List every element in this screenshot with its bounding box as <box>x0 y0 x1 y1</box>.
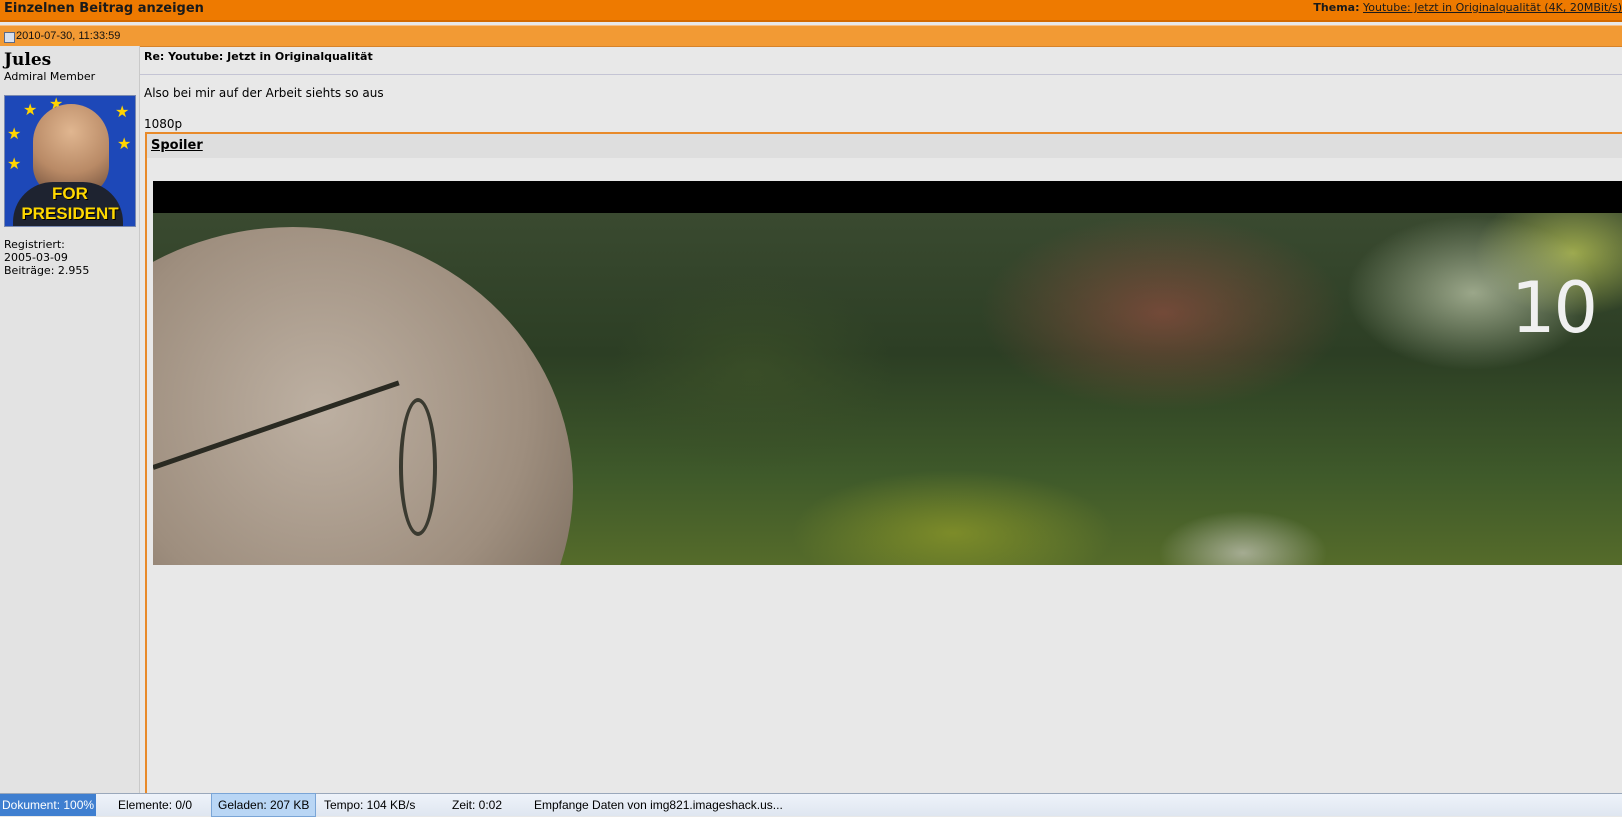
thema-link[interactable]: Youtube: Jetzt in Originalqualität (4K, … <box>1363 1 1622 14</box>
post-icon <box>4 32 15 43</box>
star-icon: ★ <box>115 102 130 121</box>
post-resolution-text: 1080p <box>144 117 183 131</box>
star-icon: ★ <box>23 100 38 119</box>
star-icon: ★ <box>7 124 22 143</box>
thema-label: Thema: <box>1313 1 1360 14</box>
page-title: Einzelnen Beitrag anzeigen <box>4 1 204 16</box>
post-date: 2010-07-30, 11:33:59 <box>16 30 121 42</box>
post-body-text: Also bei mir auf der Arbeit siehts so au… <box>144 86 384 100</box>
user-stats: Registriert: 2005-03-09 Beiträge: 2.955 <box>4 238 89 277</box>
star-icon: ★ <box>7 154 22 173</box>
star-icon: ★ <box>117 134 132 153</box>
status-dokument: Dokument: 100% <box>0 794 97 816</box>
avatar-banner: FOR PRESIDENT <box>21 184 119 223</box>
user-info-sidebar: Jules Admiral Member ★ ★ ★ ★ ★ ★ FOR PRE… <box>0 46 140 793</box>
post-date-bar: 2010-07-30, 11:33:59 <box>0 25 1622 47</box>
thema-container: Thema: Youtube: Jetzt in Originalqualitä… <box>1313 1 1622 14</box>
video-glasses-rim <box>399 398 437 536</box>
status-message: Empfange Daten von img821.imageshack.us.… <box>534 798 783 812</box>
status-zeit: Zeit: 0:02 <box>452 798 503 812</box>
subject-divider <box>140 74 1622 75</box>
video-screenshot[interactable]: 10 <box>153 181 1622 565</box>
avatar: ★ ★ ★ ★ ★ ★ FOR PRESIDENT <box>4 95 136 227</box>
status-elemente: Elemente: 0/0 <box>118 798 193 812</box>
status-tempo: Tempo: 104 KB/s <box>324 798 416 812</box>
video-overlay-text: 10 <box>1511 267 1598 349</box>
status-bar: Dokument: 100% Elemente: 0/0 Geladen: 20… <box>0 793 1622 817</box>
post-subject: Re: Youtube: Jetzt in Originalqualität <box>144 50 373 63</box>
status-geladen: Geladen: 207 KB <box>211 793 317 817</box>
user-title: Admiral Member <box>4 70 96 83</box>
registered-label: Registriert: <box>4 238 65 251</box>
spoiler-header: Spoiler <box>147 134 1622 158</box>
video-frame: 10 <box>153 213 1622 565</box>
registered-date: 2005-03-09 <box>4 251 68 264</box>
spoiler-toggle[interactable]: Spoiler <box>151 138 203 153</box>
post-count: Beiträge: 2.955 <box>4 264 90 277</box>
header-bar: Einzelnen Beitrag anzeigen Thema: Youtub… <box>0 0 1622 22</box>
username[interactable]: Jules <box>4 50 51 70</box>
